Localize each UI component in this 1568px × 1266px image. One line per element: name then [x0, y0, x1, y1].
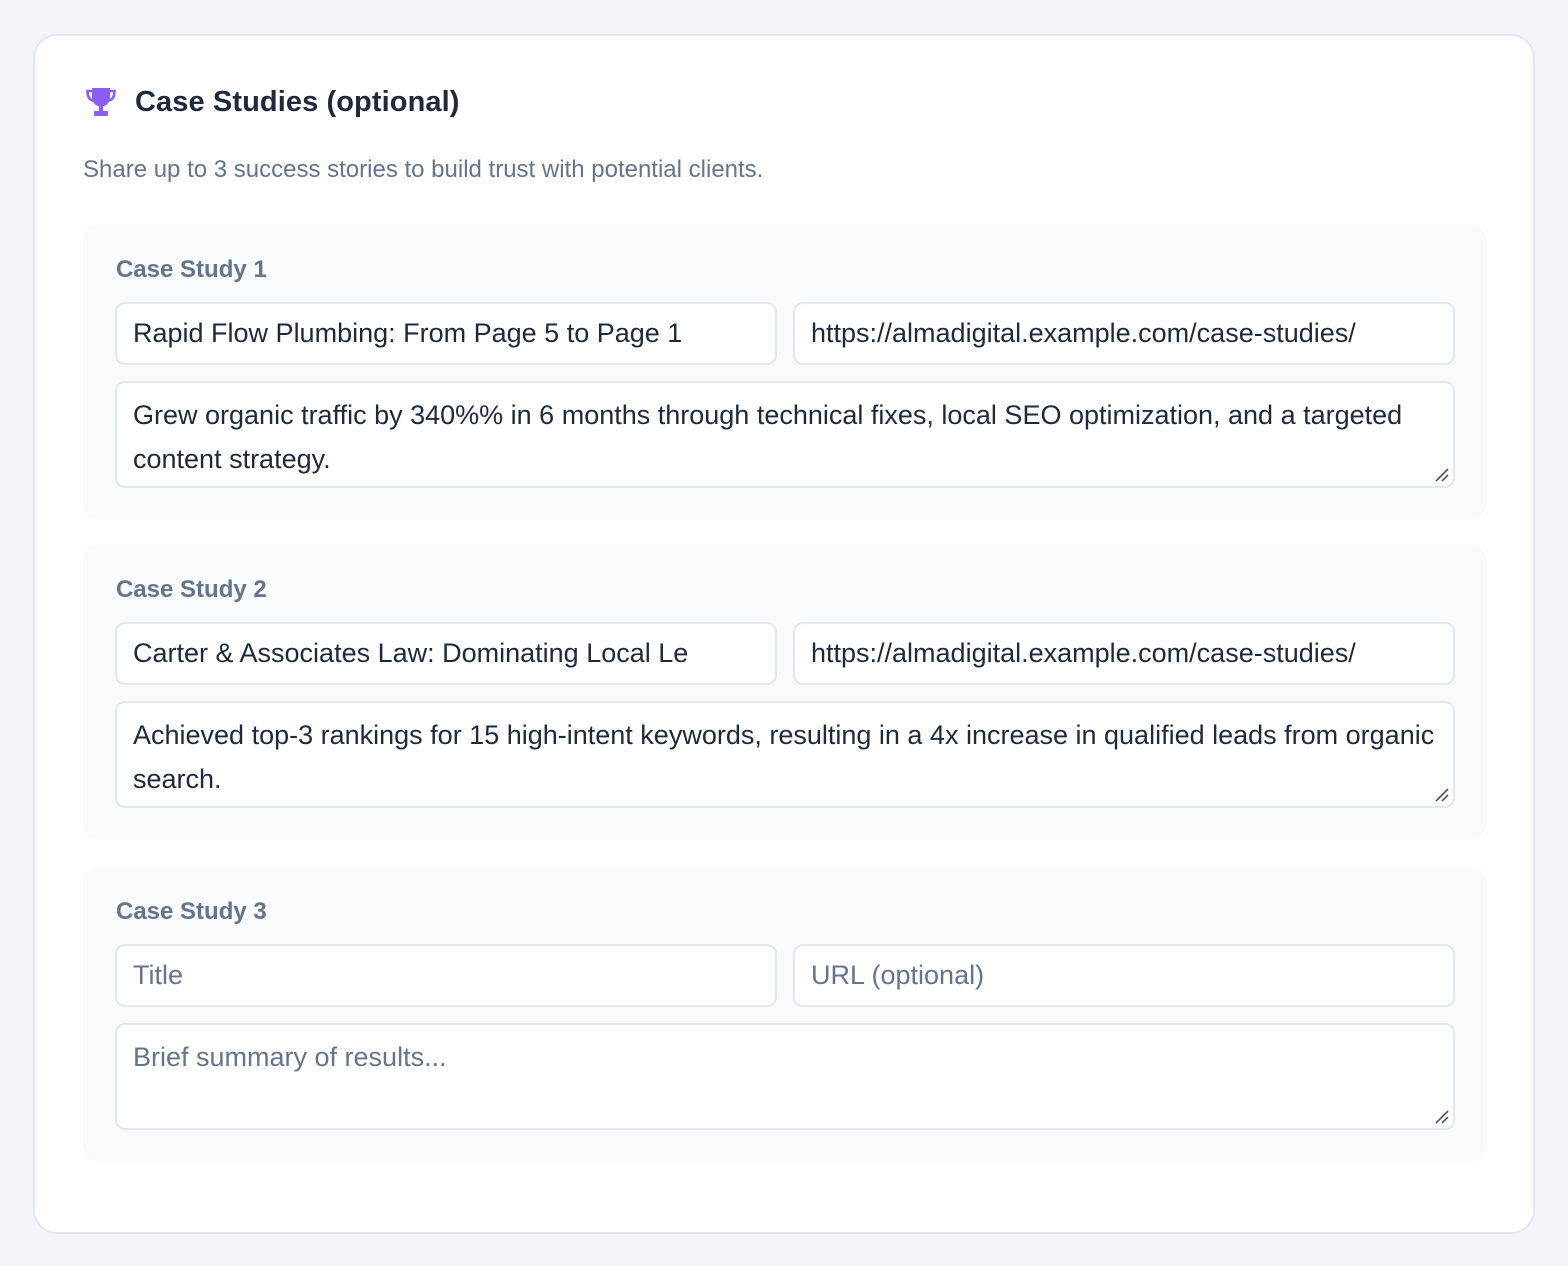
case-study-label: Case Study 1: [116, 256, 267, 283]
case-study-2: Case Study 2 Carter & Associates Law: Dom…: [83, 544, 1487, 840]
section-subtitle: Share up to 3 success stories to build t…: [83, 156, 764, 183]
case-study-url-input[interactable]: https://almadigital.example.com/case-stu…: [793, 302, 1455, 365]
case-study-1: Case Study 1 Rapid Flow Plumbing: From Pa…: [83, 224, 1487, 520]
case-study-title-input[interactable]: Rapid Flow Plumbing: From Page 5 to Page…: [115, 302, 777, 365]
case-study-summary-textarea[interactable]: Brief summary of results...: [115, 1023, 1455, 1130]
case-study-3: Case Study 3 Title URL (optional) Brief sum…: [83, 866, 1487, 1162]
case-study-title-input[interactable]: Carter & Associates Law: Dominating Loca…: [115, 622, 777, 685]
case-study-summary-textarea[interactable]: Achieved top-3 rankings for 15 high-inte…: [115, 701, 1455, 808]
case-study-summary-text: Grew organic traffic by 340%% in 6 month…: [133, 400, 1403, 474]
case-study-summary-text: Achieved top-3 rankings for 15 high-inte…: [133, 720, 1435, 794]
case-studies-card: Case Studies (optional) Share up to 3 su…: [33, 34, 1535, 1234]
case-study-url-input[interactable]: URL (optional): [793, 944, 1455, 1007]
resize-handle-icon[interactable]: [1433, 1108, 1449, 1124]
case-study-title-input[interactable]: Title: [115, 944, 777, 1007]
case-study-label: Case Study 3: [116, 898, 267, 925]
section-title: Case Studies (optional): [135, 85, 460, 118]
case-study-label: Case Study 2: [116, 576, 267, 603]
section-header: Case Studies (optional): [83, 84, 460, 120]
trophy-icon: [83, 84, 119, 120]
case-study-url-input[interactable]: https://almadigital.example.com/case-stu…: [793, 622, 1455, 685]
resize-handle-icon[interactable]: [1433, 786, 1449, 802]
resize-handle-icon[interactable]: [1433, 466, 1449, 482]
case-study-summary-textarea[interactable]: Grew organic traffic by 340%% in 6 month…: [115, 381, 1455, 488]
case-study-summary-text: Brief summary of results...: [133, 1042, 447, 1072]
